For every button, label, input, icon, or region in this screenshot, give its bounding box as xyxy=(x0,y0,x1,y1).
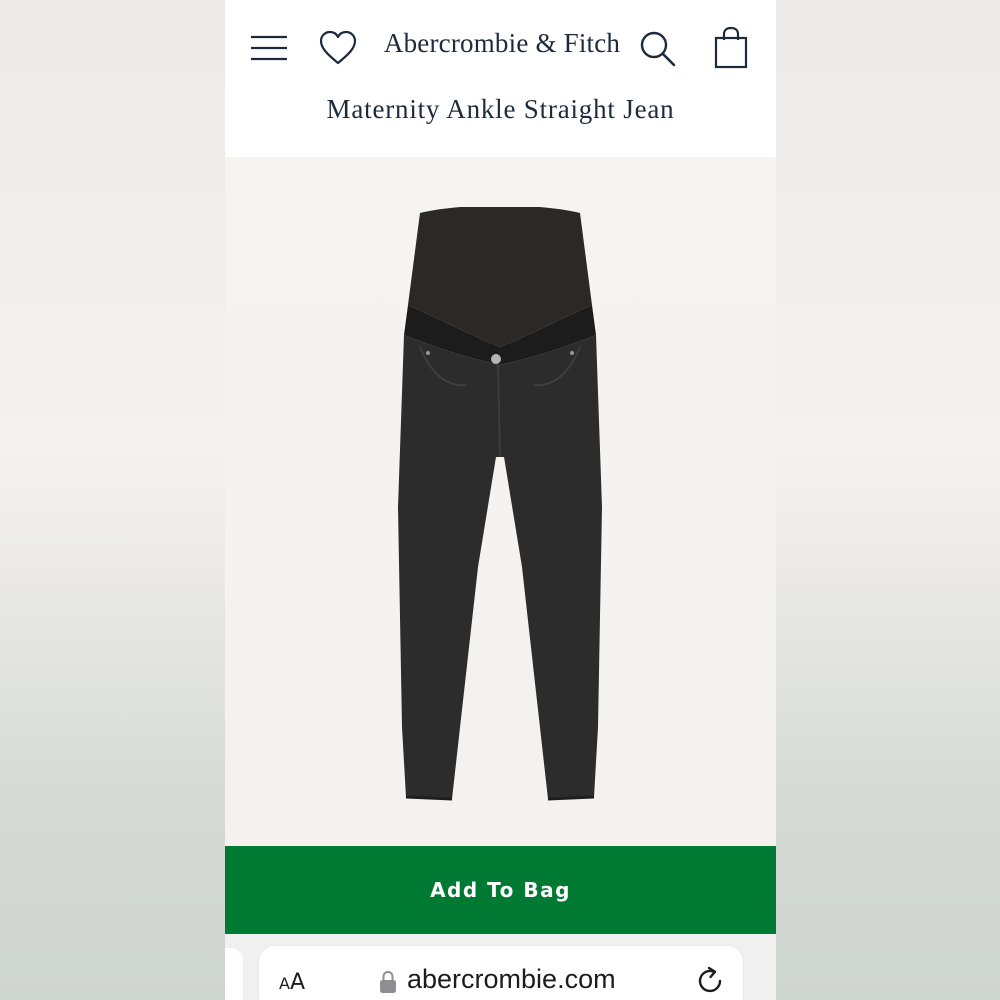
heart-icon[interactable] xyxy=(319,30,357,71)
site-header: Abercrombie & Fitch Maternity Ankle Stra… xyxy=(225,0,776,157)
lock-icon xyxy=(379,970,397,999)
browser-address-bar: AA abercrombie.com xyxy=(225,934,776,1000)
background-right xyxy=(775,0,1000,1000)
previous-tab-edge[interactable] xyxy=(225,948,243,1000)
product-title: Maternity Ankle Straight Jean xyxy=(326,94,675,124)
product-image[interactable] xyxy=(380,207,620,807)
url-field[interactable]: AA abercrombie.com xyxy=(259,946,743,1000)
text-size-button[interactable]: AA xyxy=(279,970,305,995)
brand-logo[interactable]: Abercrombie & Fitch xyxy=(377,28,627,59)
reload-icon[interactable] xyxy=(695,966,725,1000)
product-image-area xyxy=(225,157,776,846)
search-icon[interactable] xyxy=(639,30,677,73)
shopping-bag-icon[interactable] xyxy=(713,26,749,75)
hamburger-menu-icon[interactable] xyxy=(249,34,289,67)
phone-screen: Abercrombie & Fitch Maternity Ankle Stra… xyxy=(225,0,776,1000)
background-left xyxy=(0,0,225,1000)
url-text: abercrombie.com xyxy=(407,964,616,994)
jean-legs xyxy=(398,335,602,799)
add-to-bag-button[interactable]: Add To Bag xyxy=(225,846,776,934)
button-rivet xyxy=(491,354,501,364)
